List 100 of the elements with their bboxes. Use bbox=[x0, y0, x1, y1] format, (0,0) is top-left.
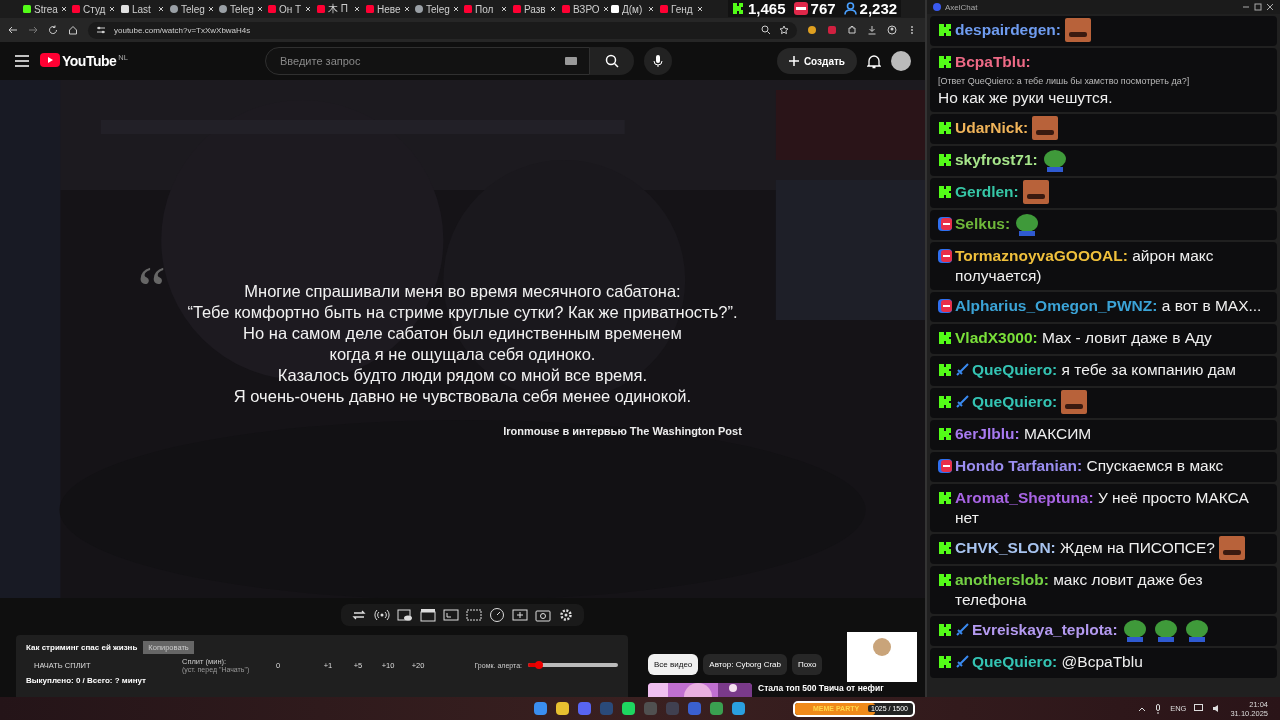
browser-tab[interactable]: ВЗРО bbox=[559, 3, 608, 15]
browser-tab[interactable]: Last bbox=[118, 3, 167, 15]
browser-tab[interactable]: Студ bbox=[69, 3, 118, 15]
minimize-icon[interactable] bbox=[1242, 3, 1250, 11]
browser-tab[interactable]: Teleg bbox=[412, 3, 461, 15]
maximize-icon[interactable] bbox=[1254, 3, 1262, 11]
browser-tab[interactable]: Неве bbox=[363, 3, 412, 15]
microphone-icon[interactable] bbox=[1154, 703, 1163, 714]
taskbar-app-icon[interactable] bbox=[555, 701, 570, 716]
live-badge-icon bbox=[938, 249, 952, 263]
browser-tab[interactable]: Он Т bbox=[265, 3, 314, 15]
kick-logo-icon bbox=[938, 121, 952, 135]
close-icon[interactable] bbox=[501, 6, 507, 12]
filter-chip[interactable]: Все видео bbox=[648, 654, 699, 675]
frame-icon[interactable] bbox=[443, 607, 459, 623]
youtube-logo-icon[interactable] bbox=[40, 53, 60, 67]
taskbar-app-icon[interactable] bbox=[621, 701, 636, 716]
avatar[interactable] bbox=[891, 51, 911, 71]
close-icon[interactable] bbox=[403, 6, 410, 12]
filter-chip[interactable]: Автор: Cyborg Crab bbox=[703, 654, 787, 675]
message-text: VladX3000: Max - ловит даже в Аду bbox=[955, 328, 1212, 348]
notifications-icon[interactable] bbox=[867, 53, 881, 69]
close-icon[interactable] bbox=[109, 6, 115, 12]
close-icon[interactable] bbox=[452, 6, 459, 12]
slider-thumb[interactable] bbox=[534, 661, 543, 669]
star-icon[interactable] bbox=[779, 25, 789, 35]
forward-icon[interactable] bbox=[28, 25, 38, 35]
screen-icon[interactable] bbox=[466, 607, 482, 623]
close-icon[interactable] bbox=[158, 6, 164, 12]
clapperboard-icon[interactable] bbox=[420, 607, 436, 623]
panel-title: Как стриминг спас ей жизнь bbox=[26, 643, 138, 652]
kick-logo-icon bbox=[938, 573, 952, 587]
username[interactable]: Evreiskaya_teplota: bbox=[972, 620, 1118, 640]
message-text: TormaznoyvaGOOOAL: айрон макс получается) bbox=[955, 246, 1215, 286]
volume-slider[interactable] bbox=[528, 663, 618, 667]
browser-tab[interactable]: 木 П bbox=[314, 2, 363, 16]
taskbar-app-icon[interactable] bbox=[709, 701, 724, 716]
username[interactable]: UdarNick: bbox=[955, 118, 1029, 138]
kick-logo-icon bbox=[938, 623, 952, 637]
settings-icon[interactable] bbox=[558, 607, 574, 623]
profile-icon[interactable] bbox=[887, 25, 897, 35]
back-icon[interactable] bbox=[8, 25, 18, 35]
username[interactable]: skyfrost71: bbox=[955, 150, 1038, 170]
camera-icon[interactable] bbox=[535, 607, 551, 623]
username[interactable]: despairdegen: bbox=[955, 20, 1061, 40]
taskbar-app-icon[interactable] bbox=[731, 701, 746, 716]
close-icon[interactable] bbox=[550, 6, 556, 12]
zoom-icon[interactable] bbox=[761, 25, 771, 35]
menu-icon[interactable] bbox=[14, 54, 30, 68]
search-button[interactable] bbox=[590, 47, 634, 75]
browser-tab[interactable]: Генд bbox=[657, 3, 706, 15]
download-icon[interactable] bbox=[867, 25, 877, 35]
taskbar-app-icon[interactable] bbox=[533, 701, 548, 716]
microphone-icon[interactable] bbox=[653, 54, 663, 68]
home-icon[interactable] bbox=[68, 25, 78, 35]
gauge-icon[interactable] bbox=[489, 607, 505, 623]
plus-icon[interactable] bbox=[512, 607, 528, 623]
browser-tab[interactable]: Пол bbox=[461, 3, 510, 15]
message-text: Hondo Tarfanian: Спускаемся в макс bbox=[955, 456, 1224, 476]
browser-tab[interactable]: Д(м) bbox=[608, 3, 657, 15]
search-input[interactable]: Введите запрос bbox=[278, 54, 565, 68]
close-icon[interactable] bbox=[648, 6, 654, 12]
username[interactable]: Gerdlen: bbox=[955, 182, 1019, 202]
username[interactable]: QueQuiero: bbox=[972, 392, 1058, 412]
create-button[interactable]: Создать bbox=[776, 48, 857, 74]
kick-logo-icon bbox=[938, 363, 952, 377]
site-info-icon[interactable] bbox=[96, 25, 106, 35]
voice-search-button[interactable] bbox=[644, 47, 672, 75]
message-text: Но как же руки чешутся. bbox=[938, 88, 1114, 108]
browser-tab[interactable]: Teleg bbox=[216, 3, 265, 15]
browser-tab[interactable]: Разв bbox=[510, 3, 559, 15]
broadcast-icon[interactable] bbox=[374, 607, 390, 623]
live-badge-icon bbox=[938, 217, 952, 231]
address-bar[interactable]: youtube.com/watch?v=TxXwXbwaH4s bbox=[88, 21, 797, 39]
close-icon[interactable] bbox=[256, 6, 263, 12]
close-icon[interactable] bbox=[354, 6, 360, 12]
favicon-icon bbox=[366, 5, 374, 13]
search-icon[interactable] bbox=[605, 54, 619, 68]
browser-tab[interactable]: Teleg bbox=[167, 3, 216, 15]
reload-icon[interactable] bbox=[48, 25, 58, 35]
kick-logo-icon bbox=[938, 655, 952, 669]
close-icon[interactable] bbox=[602, 6, 609, 12]
favicon-icon bbox=[464, 5, 472, 13]
close-icon[interactable] bbox=[207, 6, 214, 12]
plus-icon[interactable] bbox=[788, 56, 799, 66]
quote-attribution: Ironmouse в интервью The Washington Post bbox=[503, 425, 742, 437]
close-icon[interactable] bbox=[305, 6, 311, 12]
logo-text[interactable]: YouTube bbox=[62, 53, 117, 69]
video-title[interactable]: Стала топ 500 Твича от нефиг bbox=[758, 683, 884, 697]
close-icon[interactable] bbox=[697, 6, 703, 12]
close-icon[interactable] bbox=[60, 6, 67, 12]
search-field[interactable]: Введите запрос bbox=[265, 47, 590, 75]
browser-tab[interactable]: Strea bbox=[20, 3, 69, 15]
quote-line: Я очень-очень давно не чувствовала себя менее одинокой. bbox=[233, 386, 692, 407]
username[interactable]: Selkus: bbox=[955, 214, 1011, 234]
username[interactable]: BcpaTblu: bbox=[955, 52, 1031, 72]
close-icon[interactable] bbox=[1266, 3, 1274, 11]
kick-logo-icon bbox=[938, 331, 952, 345]
message-text: Aromat_Sheptuna: У неё просто МАКСА нет bbox=[955, 488, 1250, 528]
filter-chip[interactable]: Похо bbox=[792, 654, 823, 675]
